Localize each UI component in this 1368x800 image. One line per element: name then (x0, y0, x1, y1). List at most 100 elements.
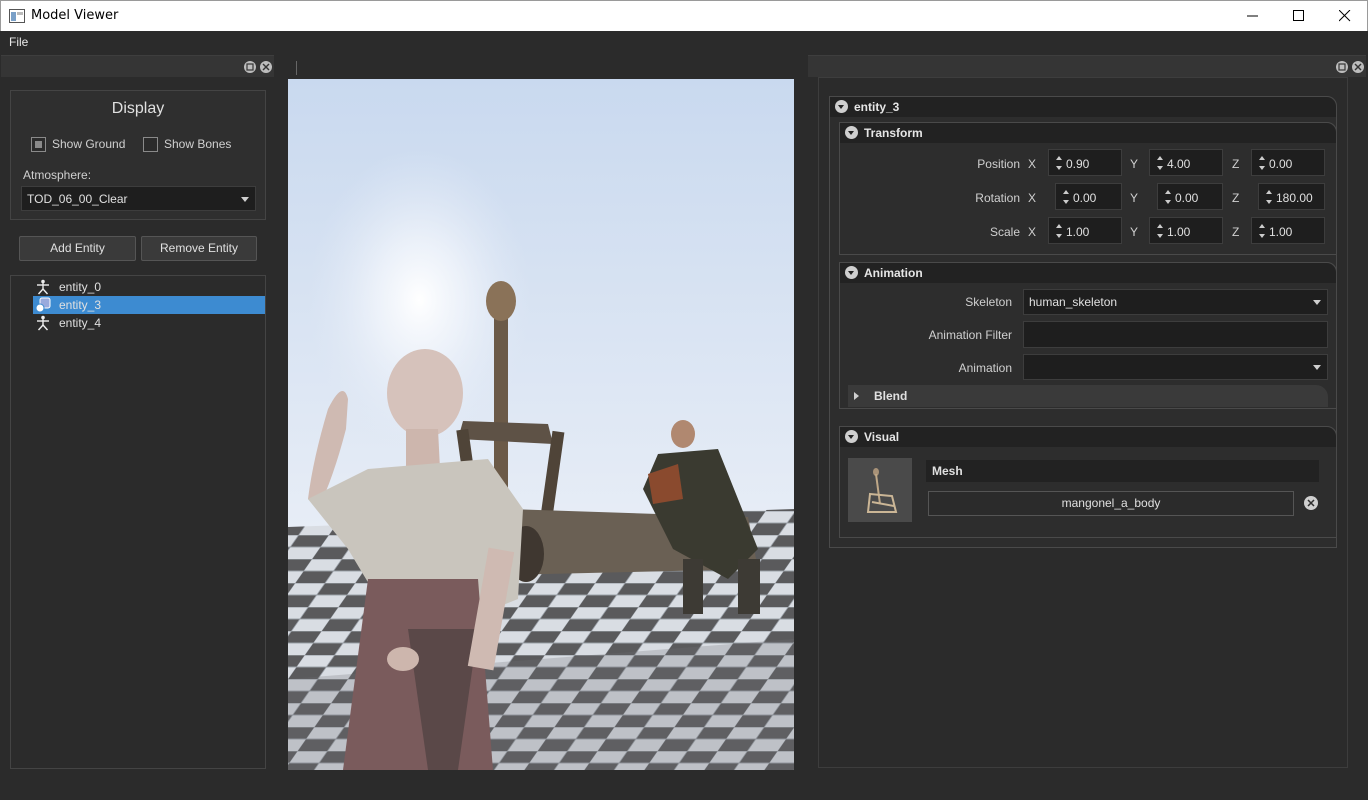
skeleton-icon (37, 279, 49, 295)
scale-z-value: 1.00 (1269, 225, 1293, 239)
position-x-input[interactable]: 0.90 (1048, 149, 1122, 176)
show-ground-checkbox[interactable] (31, 136, 46, 152)
display-group: Display Show Ground Show Bones Atmospher… (10, 90, 266, 220)
scale-label: Scale (989, 225, 1020, 239)
title-bar: Model Viewer (0, 0, 1368, 31)
dock-float-button[interactable] (244, 61, 256, 73)
position-label: Position (977, 157, 1020, 171)
transform-section: Transform Position X 0.90 Y 4.00 Z 0.00 … (839, 122, 1337, 255)
position-z-value: 0.00 (1269, 157, 1293, 171)
close-icon (262, 63, 270, 71)
viewport-toolbar (276, 53, 806, 77)
animation-header[interactable]: Animation (840, 263, 1336, 283)
show-ground-label: Show Ground (52, 137, 126, 151)
show-bones-row[interactable]: Show Bones (143, 135, 231, 153)
chevron-down-icon (1313, 300, 1321, 305)
entity-label: entity_4 (59, 316, 102, 330)
spinner-arrows-icon (1056, 224, 1062, 238)
rotation-x-input[interactable]: 0.00 (1055, 183, 1122, 210)
tree-item-entity-0[interactable]: entity_0 (33, 278, 265, 296)
minimize-button[interactable] (1230, 1, 1276, 31)
spinner-arrows-icon (1157, 156, 1163, 170)
axis-x-label: X (1028, 225, 1037, 239)
rotation-y-input[interactable]: 0.00 (1157, 183, 1223, 210)
axis-x-label: X (1028, 157, 1037, 171)
dock-close-button[interactable] (260, 61, 272, 73)
skeleton-label: Skeleton (965, 295, 1012, 309)
mesh-icon (35, 297, 51, 313)
tree-item-entity-3[interactable]: entity_3 (33, 296, 265, 314)
blend-title: Blend (874, 389, 908, 403)
chevron-down-icon (1313, 365, 1321, 370)
scene-render (288, 79, 794, 770)
animation-filter-input[interactable] (1023, 321, 1328, 348)
toolbar-grip[interactable] (296, 61, 297, 75)
display-title: Display (111, 100, 165, 117)
spinner-arrows-icon (1259, 156, 1265, 170)
mesh-file-field[interactable]: mangonel_a_body (928, 491, 1294, 516)
atmosphere-select[interactable]: TOD_06_00_Clear (21, 186, 256, 211)
visual-header[interactable]: Visual (840, 427, 1336, 447)
animation-section: Animation Skeleton human_skeleton Animat… (839, 262, 1337, 409)
transform-title: Transform (864, 126, 923, 140)
close-icon (1354, 63, 1362, 71)
scale-y-input[interactable]: 1.00 (1149, 217, 1223, 244)
entity-label: entity_3 (59, 298, 102, 312)
collapse-icon (845, 430, 858, 443)
tree-item-entity-4[interactable]: entity_4 (33, 314, 265, 332)
collapse-icon (835, 100, 848, 113)
skeleton-select[interactable]: human_skeleton (1023, 289, 1328, 315)
rotation-z-input[interactable]: 180.00 (1258, 183, 1325, 210)
show-bones-checkbox[interactable] (143, 136, 158, 152)
show-bones-label: Show Bones (164, 137, 232, 151)
spinner-arrows-icon (1063, 190, 1069, 204)
entity-section-header[interactable]: entity_3 (830, 97, 1336, 117)
mesh-header: Mesh (926, 460, 1319, 482)
skeleton-icon (37, 315, 49, 331)
show-ground-row[interactable]: Show Ground (31, 135, 125, 153)
axis-y-label: Y (1130, 157, 1139, 171)
position-z-input[interactable]: 0.00 (1251, 149, 1325, 176)
collapse-icon (845, 126, 858, 139)
dock-float-button[interactable] (1336, 61, 1348, 73)
scale-x-input[interactable]: 1.00 (1048, 217, 1122, 244)
rotation-y-value: 0.00 (1175, 191, 1199, 205)
add-entity-button[interactable]: Add Entity (19, 236, 136, 261)
spinner-arrows-icon (1266, 190, 1272, 204)
atmosphere-label: Atmosphere: (23, 168, 92, 182)
axis-z-label: Z (1232, 157, 1240, 171)
position-x-value: 0.90 (1066, 157, 1090, 171)
spinner-arrows-icon (1157, 224, 1163, 238)
spinner-arrows-icon (1056, 156, 1062, 170)
entity-title: entity_3 (854, 100, 900, 114)
animation-select[interactable] (1023, 354, 1328, 380)
clear-mesh-button[interactable] (1304, 496, 1318, 510)
collapse-icon (845, 266, 858, 279)
axis-y-label: Y (1130, 225, 1139, 239)
position-y-input[interactable]: 4.00 (1149, 149, 1223, 176)
remove-entity-button[interactable]: Remove Entity (141, 236, 257, 261)
minimize-icon (1247, 15, 1258, 17)
app-icon (9, 9, 25, 23)
scale-y-value: 1.00 (1167, 225, 1191, 239)
mesh-thumbnail (848, 458, 912, 522)
rotation-z-value: 180.00 (1276, 191, 1313, 205)
rotation-label: Rotation (975, 191, 1020, 205)
expand-icon (854, 392, 859, 400)
3d-viewport[interactable] (288, 79, 794, 770)
dock-close-button[interactable] (1352, 61, 1364, 73)
transform-header[interactable]: Transform (840, 123, 1336, 143)
scale-x-value: 1.00 (1066, 225, 1090, 239)
axis-z-label: Z (1232, 191, 1240, 205)
blend-header[interactable]: Blend (848, 385, 1328, 407)
axis-x-label: X (1028, 191, 1037, 205)
maximize-button[interactable] (1276, 1, 1322, 31)
scale-z-input[interactable]: 1.00 (1251, 217, 1325, 244)
chevron-down-icon (241, 197, 249, 202)
close-window-button[interactable] (1322, 1, 1368, 31)
position-y-value: 4.00 (1167, 157, 1191, 171)
menu-file[interactable]: File (9, 35, 28, 49)
right-dock-header (808, 55, 1366, 77)
visual-title: Visual (864, 430, 900, 444)
spinner-arrows-icon (1259, 224, 1265, 238)
